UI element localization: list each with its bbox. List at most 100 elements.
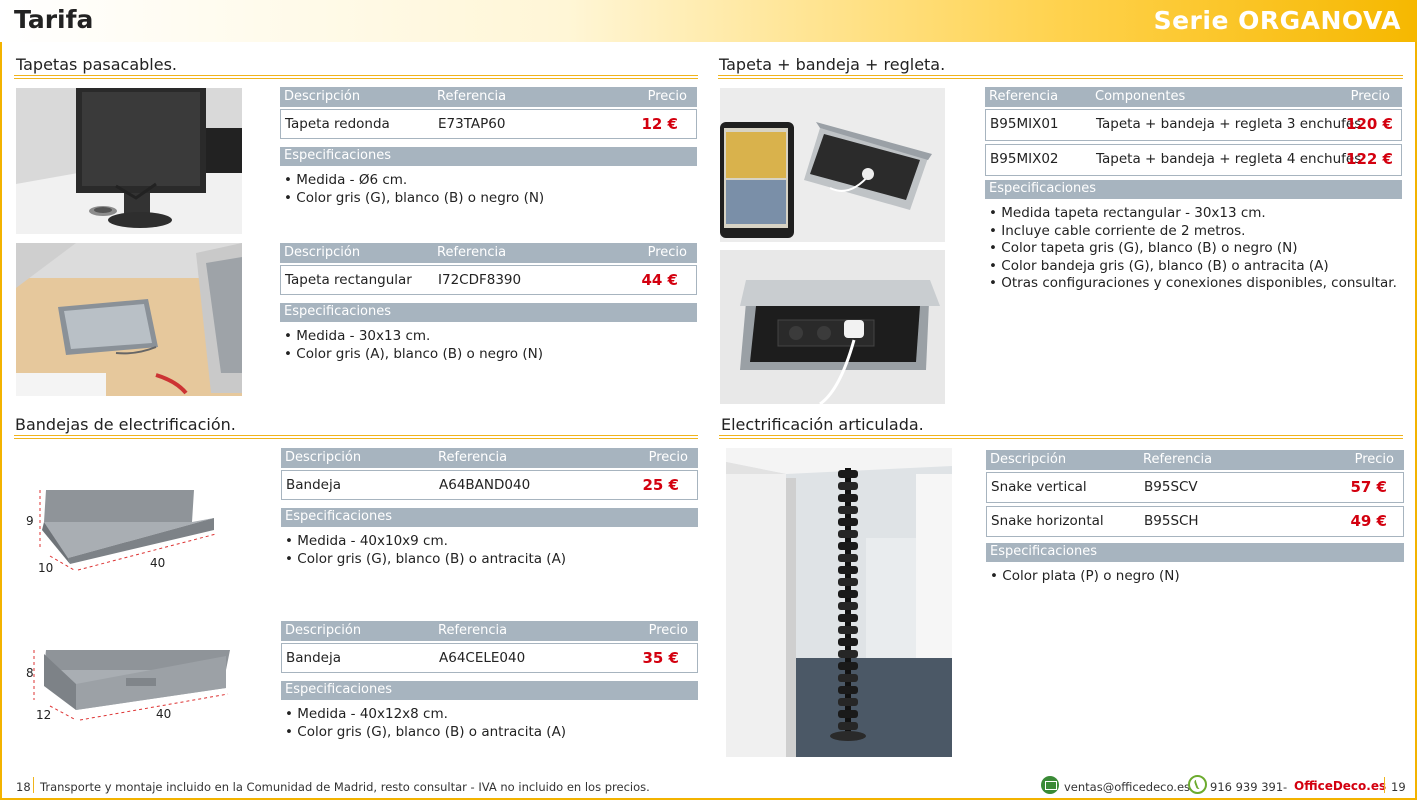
spec-item: Medida - Ø6 cm.	[284, 172, 697, 190]
table-header: Descripción Referencia Precio	[281, 621, 698, 641]
section-rule	[718, 75, 1403, 79]
footer-dash: -	[1283, 780, 1288, 794]
specs-list: Medida - Ø6 cm. Color gris (G), blanco (…	[280, 172, 697, 207]
col-descripcion: Descripción	[285, 623, 362, 638]
section-title-bandejas: Bandejas de electrificación.	[15, 415, 236, 434]
table-row: Snake vertical B95SCV 57 €	[986, 472, 1404, 503]
dim-depth: 12	[36, 708, 52, 722]
footer-divider	[1384, 777, 1385, 793]
specs-list: Medida tapeta rectangular - 30x13 cm. In…	[985, 205, 1402, 293]
product-description: Snake horizontal	[991, 513, 1104, 529]
product-table-articulada: Descripción Referencia Precio Snake vert…	[986, 450, 1404, 586]
product-reference: B95SCH	[1144, 513, 1199, 529]
spec-item: Color gris (G), blanco (B) o antracita (…	[285, 724, 698, 742]
section-rule	[14, 435, 698, 439]
col-referencia: Referencia	[1143, 452, 1213, 467]
specs-header: Especificaciones	[986, 543, 1404, 562]
spec-item: Color plata (P) o negro (N)	[990, 568, 1404, 586]
specs-list: Color plata (P) o negro (N)	[986, 568, 1404, 586]
spec-item: Otras configuraciones y conexiones dispo…	[989, 275, 1402, 293]
page-footer: 18 Transporte y montaje incluido en la C…	[0, 772, 1417, 800]
col-descripcion: Descripción	[284, 245, 361, 260]
dim-width: 40	[150, 556, 166, 570]
photo-tapeta-bandeja-tablet	[720, 88, 945, 242]
col-referencia: Referencia	[438, 450, 508, 465]
section-rule	[719, 435, 1403, 439]
product-table-tapeta-bandeja: Referencia Componentes Precio B95MIX01 T…	[985, 87, 1402, 293]
dim-width: 40	[156, 707, 172, 721]
spec-item: Medida - 40x10x9 cm.	[285, 533, 698, 551]
spec-item: Color bandeja gris (G), blanco (B) o ant…	[989, 258, 1402, 276]
product-components: Tapeta + bandeja + regleta 4 enchufes	[1096, 151, 1362, 167]
product-table-bandeja-1: Descripción Referencia Precio Bandeja A6…	[281, 448, 698, 568]
spec-item: Medida - 30x13 cm.	[284, 328, 697, 346]
footer-divider	[33, 777, 34, 793]
table-header: Descripción Referencia Precio	[281, 448, 698, 468]
specs-label: Especificaciones	[990, 544, 1098, 559]
dim-height: 8	[26, 666, 34, 680]
specs-label: Especificaciones	[284, 304, 392, 319]
product-description: Bandeja	[286, 477, 341, 493]
dim-height: 9	[26, 514, 34, 528]
footer-note: Transporte y montaje incluido en la Comu…	[40, 780, 650, 794]
table-row: B95MIX02 Tapeta + bandeja + regleta 4 en…	[985, 144, 1402, 176]
footer-email[interactable]: ventas@officedeco.es	[1064, 780, 1190, 794]
specs-header: Especificaciones	[280, 147, 697, 166]
product-reference: E73TAP60	[438, 116, 506, 132]
product-reference: B95SCV	[1144, 479, 1198, 495]
product-price: 122 €	[1346, 150, 1393, 168]
photo-tapeta-redonda	[16, 88, 242, 234]
section-rule	[14, 75, 698, 79]
product-price: 35 €	[642, 649, 679, 667]
photo-snake-vertical	[726, 448, 952, 757]
col-precio: Precio	[647, 245, 687, 260]
specs-label: Especificaciones	[285, 682, 393, 697]
product-price: 57 €	[1350, 478, 1387, 496]
table-header: Referencia Componentes Precio	[985, 87, 1402, 107]
product-price: 44 €	[641, 271, 678, 289]
phone-icon	[1188, 775, 1207, 794]
photo-tapeta-rectangular	[16, 243, 242, 396]
product-description: Tapeta redonda	[285, 116, 390, 132]
table-row: Tapeta rectangular I72CDF8390 44 €	[280, 265, 697, 295]
section-title-tapetas: Tapetas pasacables.	[16, 55, 177, 74]
page-number-right: 19	[1391, 780, 1406, 794]
spec-item: Color tapeta gris (G), blanco (B) o negr…	[989, 240, 1402, 258]
product-table-bandeja-2: Descripción Referencia Precio Bandeja A6…	[281, 621, 698, 741]
product-reference: A64BAND040	[439, 477, 531, 493]
page-header: Tarifa Serie ORGANOVA	[0, 0, 1417, 42]
col-precio: Precio	[1354, 452, 1394, 467]
product-table-tapeta-rectangular: Descripción Referencia Precio Tapeta rec…	[280, 243, 697, 363]
drawing-bandeja-2	[20, 640, 230, 730]
spec-item: Color gris (G), blanco (B) o negro (N)	[284, 190, 697, 208]
col-precio: Precio	[1350, 89, 1390, 104]
col-referencia: Referencia	[438, 623, 508, 638]
specs-label: Especificaciones	[285, 509, 393, 524]
col-descripcion: Descripción	[990, 452, 1067, 467]
section-title-tapeta-bandeja: Tapeta + bandeja + regleta.	[719, 55, 946, 74]
product-price: 49 €	[1350, 512, 1387, 530]
table-row: B95MIX01 Tapeta + bandeja + regleta 3 en…	[985, 109, 1402, 141]
product-description: Bandeja	[286, 650, 341, 666]
product-description: Snake vertical	[991, 479, 1087, 495]
product-description: Tapeta rectangular	[285, 272, 412, 288]
specs-list: Medida - 40x12x8 cm. Color gris (G), bla…	[281, 706, 698, 741]
footer-brand[interactable]: OfficeDeco.es	[1294, 779, 1386, 793]
table-row: Snake horizontal B95SCH 49 €	[986, 506, 1404, 537]
col-referencia: Referencia	[989, 89, 1059, 104]
specs-header: Especificaciones	[281, 681, 698, 700]
footer-phone[interactable]: 916 939 391	[1210, 780, 1283, 794]
product-components: Tapeta + bandeja + regleta 3 enchufes	[1096, 116, 1362, 132]
product-price: 12 €	[641, 115, 678, 133]
col-precio: Precio	[647, 89, 687, 104]
section-title-articulada: Electrificación articulada.	[721, 415, 924, 434]
col-precio: Precio	[648, 623, 688, 638]
table-row: Tapeta redonda E73TAP60 12 €	[280, 109, 697, 139]
product-reference: A64CELE040	[439, 650, 526, 666]
table-header: Descripción Referencia Precio	[280, 243, 697, 263]
product-table-tapeta-redonda: Descripción Referencia Precio Tapeta red…	[280, 87, 697, 207]
product-price: 120 €	[1346, 115, 1393, 133]
page-number-left: 18	[16, 780, 31, 794]
photo-tapeta-bandeja-regleta	[720, 250, 945, 404]
specs-header: Especificaciones	[280, 303, 697, 322]
